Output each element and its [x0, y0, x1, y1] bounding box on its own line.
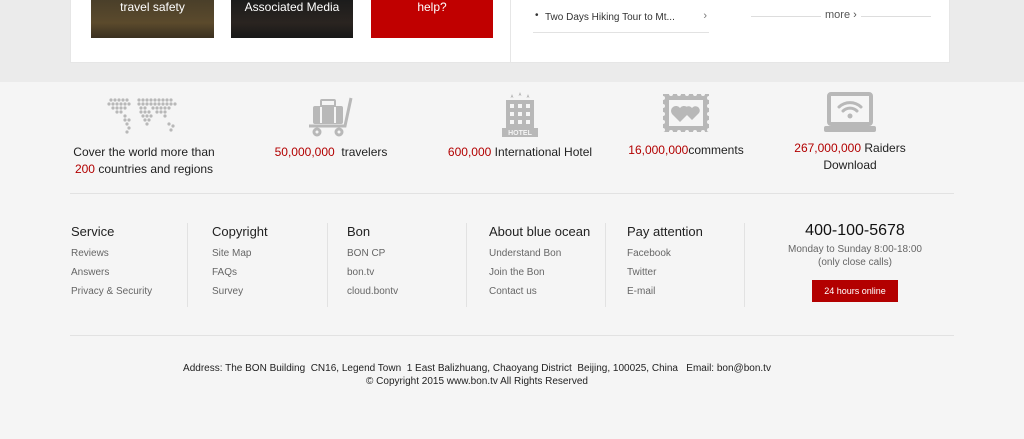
divider [861, 16, 931, 17]
stat-number: 16,000,000 [628, 143, 689, 157]
more-link[interactable]: more › [825, 9, 857, 21]
stat-countries: Cover the world more than 200 countries … [66, 92, 222, 178]
stat-hotels: HOTEL 600,000 International Hotel [440, 92, 600, 161]
divider [466, 223, 467, 307]
footer-column-copyright: Copyright Site Map FAQs Survey [212, 224, 268, 305]
copyright-text: © Copyright 2015 www.bon.tv All Rights R… [366, 376, 588, 387]
travel-safety-tile[interactable]: travel safety [91, 0, 214, 38]
hotel-icon: HOTEL [502, 92, 538, 137]
footer-column-pay-attention: Pay attention Facebook Twitter E-mail [627, 224, 703, 305]
divider [744, 223, 745, 307]
column-title: Copyright [212, 224, 268, 239]
stat-text: Cover the world more than [73, 145, 215, 159]
footer-link-answers[interactable]: Answers [71, 267, 152, 278]
footer-link-survey[interactable]: Survey [212, 286, 268, 297]
column-title: Service [71, 224, 115, 239]
stamp-hearts-icon [661, 92, 711, 134]
column-title: About blue ocean [489, 224, 591, 239]
stat-number: 50,000,000 [274, 145, 335, 159]
footer-link-cloud-bontv[interactable]: cloud.bontv [347, 286, 398, 297]
footer-link-join-bon[interactable]: Join the Bon [489, 267, 590, 278]
divider [510, 0, 511, 63]
footer-link-twitter[interactable]: Twitter [627, 267, 703, 278]
footer-link-email[interactable]: E-mail [627, 286, 703, 297]
chevron-right-icon: › [853, 9, 857, 21]
footer-link-bon-cp[interactable]: BON CP [347, 248, 398, 259]
footer-column-about: About blue ocean Understand Bon Join the… [489, 224, 590, 305]
service-hours-note: (only close calls) [818, 257, 892, 268]
stat-downloads: 267,000,000 Raiders Download [780, 92, 920, 174]
stat-number: 200 [74, 162, 95, 176]
divider [327, 223, 328, 307]
column-title: Pay attention [627, 224, 703, 239]
contact-block: 400-100-5678 Monday to Sunday 8:00-18:00… [770, 222, 940, 302]
divider [70, 193, 954, 194]
stats-section: Cover the world more than 200 countries … [0, 92, 1024, 184]
more-label: more [825, 9, 851, 21]
stat-comments: 16,000,000comments [616, 92, 756, 159]
divider [605, 223, 606, 307]
associated-media-tile[interactable]: Associated Media [231, 0, 353, 38]
stat-number: 267,000,000 [794, 141, 862, 155]
footer-column-bon: Bon BON CP bon.tv cloud.bontv [347, 224, 398, 305]
stat-text: comments [688, 143, 744, 157]
column-title: Bon [347, 224, 371, 239]
tile-label: help? [417, 0, 447, 14]
laptop-wifi-icon [824, 92, 876, 132]
stat-travelers: 50,000,000 travelers [256, 92, 406, 161]
svg-text:HOTEL: HOTEL [508, 130, 532, 137]
footer-link-privacy[interactable]: Privacy & Security [71, 286, 152, 297]
footer-column-service: Service Reviews Answers Privacy & Securi… [71, 224, 152, 305]
footer-link-faqs[interactable]: FAQs [212, 267, 268, 278]
luggage-cart-icon [309, 97, 353, 137]
divider [70, 335, 954, 336]
footer-link-sitemap[interactable]: Site Map [212, 248, 268, 259]
divider [187, 223, 188, 307]
stat-number: 600,000 [447, 145, 492, 159]
footer-link-understand-bon[interactable]: Understand Bon [489, 248, 590, 259]
stat-text: travelers [341, 145, 388, 159]
news-list-item[interactable]: • Two Days Hiking Tour to Mt... › [533, 10, 709, 33]
footer-address-block: Address: The BON Building CN16, Legend T… [0, 362, 954, 388]
footer-link-bon-tv[interactable]: bon.tv [347, 267, 398, 278]
tile-label: travel safety [120, 0, 185, 14]
phone-number: 400-100-5678 [805, 222, 905, 239]
top-card: travel safety Associated Media help? • T… [70, 0, 950, 63]
footer-link-facebook[interactable]: Facebook [627, 248, 703, 259]
footer-link-reviews[interactable]: Reviews [71, 248, 152, 259]
news-item-title: Two Days Hiking Tour to Mt... [545, 12, 675, 23]
footer-link-contact[interactable]: Contact us [489, 286, 590, 297]
online-service-button[interactable]: 24 hours online [812, 280, 898, 302]
world-map-icon [107, 98, 177, 134]
address-text: Address: The BON Building CN16, Legend T… [183, 363, 771, 374]
tile-label: Associated Media [244, 0, 340, 14]
service-hours: Monday to Sunday 8:00-18:00 [788, 244, 922, 255]
help-tile[interactable]: help? [371, 0, 493, 38]
stat-text: countries and regions [98, 162, 214, 176]
stat-text: International Hotel [494, 145, 593, 159]
chevron-right-icon: › [703, 10, 707, 22]
bullet-icon: • [535, 10, 539, 21]
divider [751, 16, 821, 17]
